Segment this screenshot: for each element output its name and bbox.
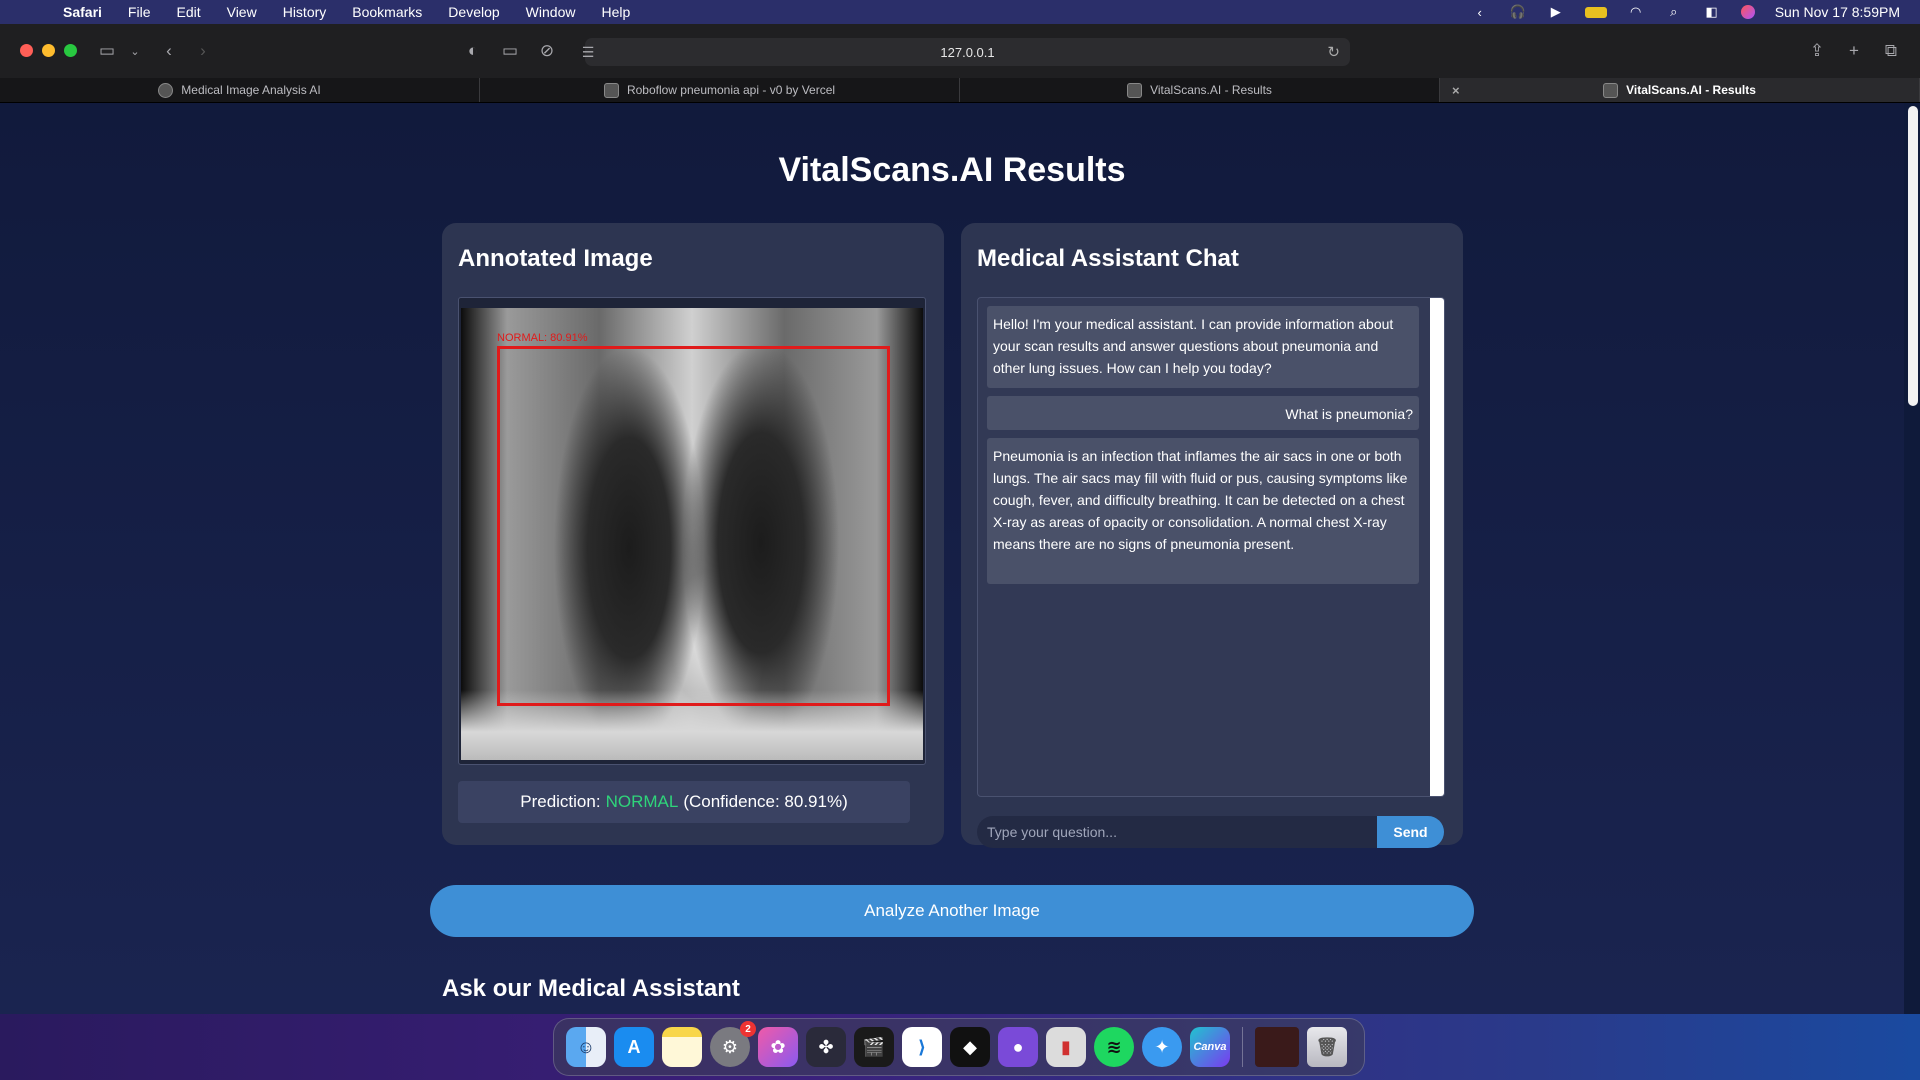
back-arrow-icon[interactable]: ‹ xyxy=(158,40,180,62)
tab-label: Medical Image Analysis AI xyxy=(181,83,321,97)
control-center-icon[interactable]: ◧ xyxy=(1703,4,1721,19)
notes-icon[interactable] xyxy=(662,1027,702,1067)
sidebar-toggle-icon[interactable]: ▭ xyxy=(96,40,118,62)
url-text: 127.0.0.1 xyxy=(940,44,995,60)
ask-assistant-heading: Ask our Medical Assistant xyxy=(442,975,740,1002)
analyze-another-image-button[interactable]: Analyze Another Image xyxy=(430,885,1474,937)
assistant-message: Pneumonia is an infection that inflames … xyxy=(987,438,1419,584)
davinci-resolve-icon[interactable]: ✤ xyxy=(806,1027,846,1067)
menu-develop[interactable]: Develop xyxy=(435,4,512,20)
page-scrollbar[interactable] xyxy=(1908,106,1918,406)
tab-overview-icon[interactable]: ⧉ xyxy=(1880,40,1902,62)
menu-window[interactable]: Window xyxy=(513,4,589,20)
menu-file[interactable]: File xyxy=(115,4,164,20)
system-settings-icon[interactable]: ⚙ 2 xyxy=(710,1021,756,1067)
browser-toolbar: ▭ ⌄ ‹ › ◐ ▭ ⊘ ☰ 127.0.0.1 ↻ ⇪ + ⧉ xyxy=(0,24,1920,78)
cursor-icon[interactable]: ◆ xyxy=(950,1027,990,1067)
tab-medical-image-analysis[interactable]: Medical Image Analysis AI xyxy=(0,78,480,102)
siri-icon[interactable] xyxy=(1740,5,1755,19)
user-message: What is pneumonia? xyxy=(987,396,1419,430)
extension-icon[interactable]: ⊘ xyxy=(536,40,558,62)
finder-icon[interactable]: ☺ xyxy=(566,1027,606,1067)
spotify-icon[interactable]: ≋ xyxy=(1094,1027,1134,1067)
menu-view[interactable]: View xyxy=(214,4,270,20)
annotated-image-card: Annotated Image NORMAL: 80.91% Predictio… xyxy=(442,223,944,845)
reload-icon[interactable]: ↻ xyxy=(1327,43,1340,61)
play-icon[interactable]: ▶ xyxy=(1547,4,1565,19)
page-title: VitalScans.AI Results xyxy=(778,151,1126,189)
tab-label: VitalScans.AI - Results xyxy=(1626,83,1756,97)
close-tab-icon[interactable]: × xyxy=(1452,83,1460,98)
menu-clock[interactable]: Sun Nov 17 8:59PM xyxy=(1775,4,1900,20)
annotated-image-heading: Annotated Image xyxy=(458,245,653,272)
menu-app-name[interactable]: Safari xyxy=(50,4,115,20)
chat-input[interactable] xyxy=(977,816,1377,848)
close-window-button[interactable] xyxy=(20,44,33,57)
minimize-window-button[interactable] xyxy=(42,44,55,57)
prediction-prefix: Prediction: xyxy=(520,792,601,811)
safari-icon[interactable]: ✦ xyxy=(1142,1027,1182,1067)
page-favicon-icon xyxy=(1127,82,1143,98)
assistant-message: Hello! I'm your medical assistant. I can… xyxy=(987,306,1419,388)
page-favicon-icon xyxy=(1603,82,1619,98)
pixelmator-icon[interactable]: ✿ xyxy=(758,1027,798,1067)
tab-roboflow-v0[interactable]: Roboflow pneumonia api - v0 by Vercel xyxy=(480,78,960,102)
headphones-icon[interactable]: 🎧 xyxy=(1509,4,1527,19)
trash-icon[interactable]: 🗑 xyxy=(1307,1027,1347,1067)
zoom-window-button[interactable] xyxy=(64,44,77,57)
tab-label: VitalScans.AI - Results xyxy=(1150,83,1272,97)
detection-bounding-box xyxy=(497,346,890,706)
battery-icon[interactable] xyxy=(1584,6,1607,18)
menu-edit[interactable]: Edit xyxy=(163,4,213,20)
vscode-icon[interactable]: ⟩ xyxy=(902,1027,942,1067)
image-frame: NORMAL: 80.91% xyxy=(458,297,926,765)
address-bar[interactable]: ☰ 127.0.0.1 ↻ xyxy=(582,38,1350,66)
tab-bar: Medical Image Analysis AI Roboflow pneum… xyxy=(0,78,1920,102)
bbox-label: NORMAL: 80.91% xyxy=(497,332,588,344)
github-icon[interactable]: ● xyxy=(998,1027,1038,1067)
canva-icon[interactable]: Canva xyxy=(1190,1027,1230,1067)
simulator-icon[interactable]: ▮ xyxy=(1046,1027,1086,1067)
page-viewport: VitalScans.AI Results Annotated Image NO… xyxy=(0,103,1904,1014)
forward-arrow-icon[interactable]: › xyxy=(192,40,214,62)
page-menu-icon[interactable]: ☰ xyxy=(577,41,599,63)
search-icon[interactable]: ⌕ xyxy=(1665,4,1683,19)
chat-heading: Medical Assistant Chat xyxy=(977,245,1239,272)
final-cut-icon[interactable]: 🎬 xyxy=(854,1027,894,1067)
chat-messages[interactable]: Hello! I'm your medical assistant. I can… xyxy=(977,297,1445,797)
menu-history[interactable]: History xyxy=(270,4,340,20)
menu-bookmarks[interactable]: Bookmarks xyxy=(339,4,435,20)
window-controls xyxy=(20,44,77,57)
dock: ☺ A ⚙ 2 ✿ ✤ 🎬 ⟩ ◆ ● ▮ ≋ ✦ Canva 🗑 xyxy=(553,1018,1365,1076)
notification-badge: 2 xyxy=(740,1021,756,1037)
openai-favicon-icon xyxy=(158,82,174,98)
chat-scrollbar[interactable] xyxy=(1430,298,1444,796)
menu-help[interactable]: Help xyxy=(588,4,643,20)
browser-chrome: ▭ ⌄ ‹ › ◐ ▭ ⊘ ☰ 127.0.0.1 ↻ ⇪ + ⧉ Medica… xyxy=(0,24,1920,103)
new-tab-icon[interactable]: + xyxy=(1843,40,1865,62)
chevron-left-icon[interactable]: ‹ xyxy=(1471,5,1489,20)
minimized-window-icon[interactable] xyxy=(1255,1027,1299,1067)
prediction-confidence: (Confidence: 80.91%) xyxy=(683,792,848,811)
chevron-down-icon[interactable]: ⌄ xyxy=(124,40,146,62)
prediction-value: NORMAL xyxy=(605,792,679,811)
send-button[interactable]: Send xyxy=(1377,816,1444,848)
tab-vitalscans-results-1[interactable]: VitalScans.AI - Results xyxy=(960,78,1440,102)
medical-chat-card: Medical Assistant Chat Hello! I'm your m… xyxy=(961,223,1463,848)
dock-separator xyxy=(1242,1027,1243,1067)
privacy-shield-icon[interactable]: ◐ xyxy=(462,40,484,62)
menu-bar: Safari File Edit View History Bookmarks … xyxy=(0,0,1920,24)
share-icon[interactable]: ⇪ xyxy=(1806,40,1828,62)
prediction-result: Prediction: NORMAL (Confidence: 80.91%) xyxy=(458,781,910,823)
chest-xray-image: NORMAL: 80.91% xyxy=(461,308,923,760)
tab-label: Roboflow pneumonia api - v0 by Vercel xyxy=(626,83,836,97)
wifi-icon[interactable]: ◠ xyxy=(1627,4,1645,19)
status-area: ‹ 🎧 ▶ ◠ ⌕ ◧ Sun Nov 17 8:59PM xyxy=(1471,4,1920,20)
app-store-icon[interactable]: A xyxy=(614,1027,654,1067)
v0-favicon-icon xyxy=(603,82,619,98)
reader-icon[interactable]: ▭ xyxy=(499,40,521,62)
tab-vitalscans-results-active[interactable]: × VitalScans.AI - Results xyxy=(1440,78,1920,102)
